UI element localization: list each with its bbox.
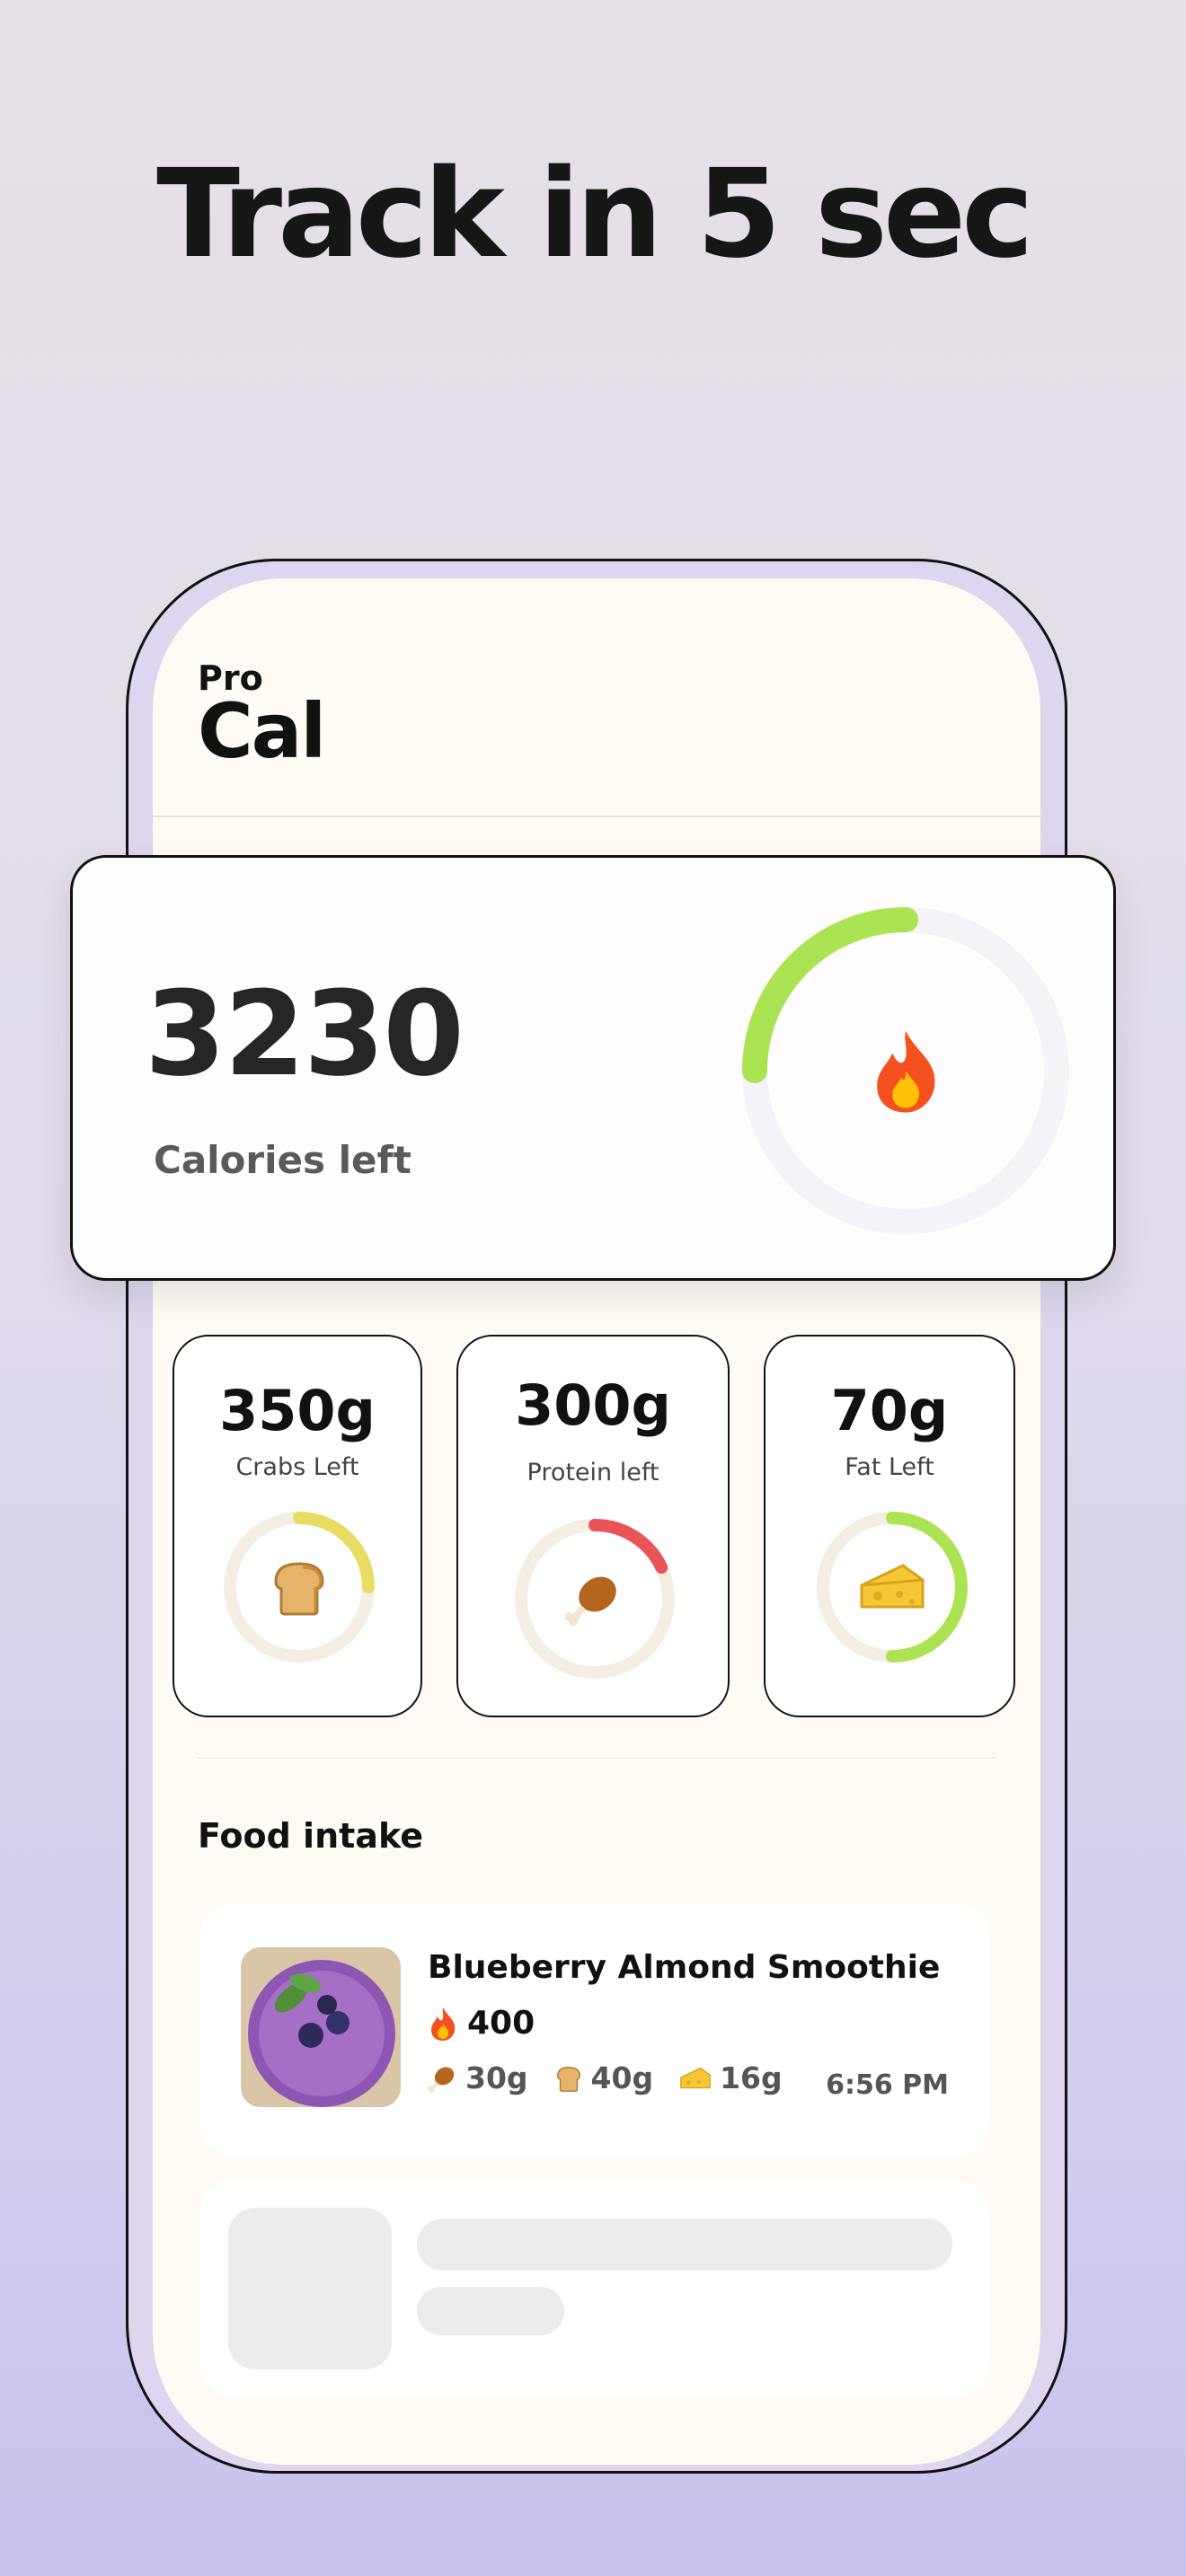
food-calories-value: 400 bbox=[467, 2005, 535, 2042]
fat-label: Fat Left bbox=[845, 1453, 934, 1481]
carbs-label: Crabs Left bbox=[235, 1453, 359, 1481]
food-carbs: 40g bbox=[553, 2060, 654, 2095]
food-macros: 30g 40g 16g bbox=[428, 2060, 783, 2095]
food-name: Blueberry Almond Smoothie bbox=[428, 1949, 941, 1986]
protein-value: 300g bbox=[515, 1372, 671, 1438]
placeholder-image bbox=[228, 2208, 392, 2369]
protein-label: Protein left bbox=[527, 1459, 659, 1486]
app-logo: Pro Cal bbox=[198, 661, 326, 775]
bread-icon bbox=[556, 2066, 580, 2092]
loading-placeholder-card bbox=[199, 2181, 990, 2396]
fire-icon bbox=[431, 2007, 456, 2041]
macro-card-carbs[interactable]: 350g Crabs Left bbox=[173, 1335, 422, 1717]
food-fat: 16g bbox=[678, 2060, 783, 2095]
food-calories: 400 bbox=[428, 2005, 535, 2042]
food-protein: 30g bbox=[428, 2060, 528, 2095]
food-item[interactable]: Blueberry Almond Smoothie 400 30g 40g 16… bbox=[199, 1904, 990, 2156]
drumstick-icon bbox=[512, 1516, 677, 1681]
calories-card[interactable]: 3230 Calories left bbox=[70, 855, 1116, 1281]
food-protein-value: 30g bbox=[465, 2060, 528, 2095]
food-intake-title: Food intake bbox=[198, 1816, 423, 1856]
food-carbs-value: 40g bbox=[590, 2060, 654, 2095]
macro-card-fat[interactable]: 70g Fat Left bbox=[764, 1335, 1015, 1717]
placeholder-line bbox=[417, 2287, 564, 2335]
placeholder-line bbox=[417, 2219, 952, 2271]
calories-value: 3230 bbox=[145, 966, 465, 1102]
macro-card-protein[interactable]: 300g Protein left bbox=[456, 1335, 730, 1717]
fire-icon bbox=[739, 904, 1072, 1237]
fat-value: 70g bbox=[830, 1378, 949, 1443]
headline: Track in 5 sec bbox=[156, 144, 1034, 286]
bread-icon bbox=[221, 1509, 377, 1665]
cheese-icon bbox=[814, 1509, 970, 1665]
drumstick-icon bbox=[428, 2066, 455, 2092]
section-divider bbox=[198, 1757, 996, 1759]
food-fat-value: 16g bbox=[720, 2060, 783, 2095]
food-time: 6:56 PM bbox=[826, 2069, 949, 2101]
calories-label: Calories left bbox=[154, 1138, 412, 1182]
food-photo bbox=[241, 1947, 401, 2107]
logo-cal: Cal bbox=[198, 687, 326, 775]
carbs-value: 350g bbox=[219, 1378, 376, 1443]
cheese-icon bbox=[680, 2067, 711, 2088]
header-divider bbox=[153, 816, 1040, 817]
